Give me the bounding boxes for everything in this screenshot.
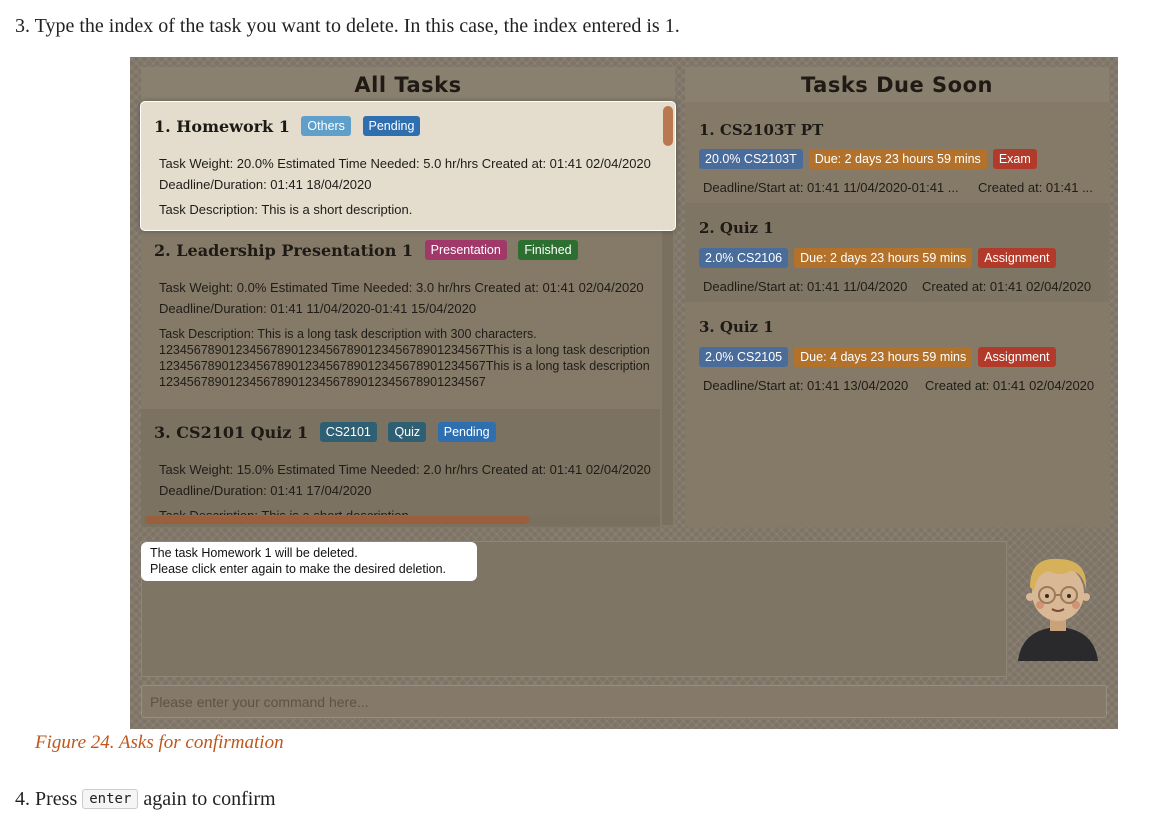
due-task-name: 1. CS2103T PT (699, 121, 824, 139)
scrollbar-thumb[interactable] (145, 516, 530, 524)
task-description: Task Description: This is a short descri… (159, 202, 413, 217)
all-tasks-title: All Tasks (141, 67, 675, 102)
task-details: Task Weight: 20.0% Estimated Time Needed… (159, 156, 651, 171)
due-task-badges: 2.0% CS2106 Due: 2 days 23 hours 59 mins A… (699, 248, 1062, 269)
task-card-selected[interactable]: 1. Homework 1 Others Pending Task Weight… (140, 101, 676, 231)
due-badge: Due: 2 days 23 hours 59 mins (808, 149, 987, 169)
type-badge: Assignment (978, 347, 1056, 367)
enter-key-code: enter (82, 789, 139, 809)
task-title: 1. Homework 1 Others Pending (154, 116, 421, 136)
status-badge: Pending (437, 422, 496, 442)
due-task-created: Created at: 01:41 02/04/2020 (922, 279, 1092, 294)
weight-module-badge: 20.0% CS2103T (699, 149, 803, 169)
task-details: Task Weight: 15.0% Estimated Time Needed… (159, 462, 651, 477)
app-screenshot: All Tasks 1. Homework 1 Others Pending T… (130, 57, 1118, 729)
result-message-bubble: The task Homework 1 will be deleted. Ple… (141, 542, 477, 581)
task-name: 1. Homework 1 (154, 117, 290, 136)
due-task-badges: 2.0% CS2105 Due: 4 days 23 hours 59 mins A… (699, 347, 1062, 368)
scrollbar-thumb[interactable] (663, 106, 673, 146)
task-description: Task Description: This is a long task de… (159, 326, 650, 390)
horizontal-scrollbar[interactable] (144, 515, 660, 525)
weight-module-badge: 2.0% CS2105 (699, 347, 789, 367)
due-task-badges: 20.0% CS2103T Due: 2 days 23 hours 59 min… (699, 149, 1043, 170)
step-4-prefix: 4. Press (15, 788, 78, 810)
task-name: 3. CS2101 Quiz 1 (154, 423, 309, 442)
due-task-name: 2. Quiz 1 (699, 219, 774, 237)
task-title: 2. Leadership Presentation 1 Presentatio… (154, 240, 578, 260)
due-task-deadline: Deadline/Start at: 01:41 13/04/2020 (703, 378, 909, 393)
command-input[interactable] (141, 685, 1107, 718)
description-line: 1234567890123456789012345678901234567890… (159, 375, 486, 389)
description-line: Task Description: This is a long task de… (159, 327, 537, 341)
tag-badge: Others (301, 116, 351, 136)
type-badge: Exam (992, 149, 1037, 169)
due-task-deadline: Deadline/Start at: 01:41 11/04/2020 (703, 279, 908, 294)
type-badge: Assignment (978, 248, 1056, 268)
due-task-created: Created at: 01:41 ... (978, 180, 1093, 195)
due-badge: Due: 4 days 23 hours 59 mins (794, 347, 973, 367)
weight-module-badge: 2.0% CS2106 (699, 248, 789, 268)
task-title: 3. CS2101 Quiz 1 CS2101 Quiz Pending (154, 422, 496, 442)
step-3-text: 3. Type the index of the task you want t… (15, 15, 680, 37)
task-deadline: Deadline/Duration: 01:41 11/04/2020-01:4… (159, 301, 477, 316)
due-soon-panel: Tasks Due Soon 1. CS2103T PT 20.0% CS210… (685, 67, 1109, 527)
due-task-card[interactable]: 1. CS2103T PT 20.0% CS2103T Due: 2 days 2… (685, 103, 1109, 203)
module-badge: CS2101 (319, 422, 377, 442)
tag-badge: Quiz (388, 422, 427, 442)
figure-caption: Figure 24. Asks for confirmation (35, 732, 284, 753)
task-details: Task Weight: 0.0% Estimated Time Needed:… (159, 280, 644, 295)
task-deadline: Deadline/Duration: 01:41 18/04/2020 (159, 177, 372, 192)
due-task-card[interactable]: 3. Quiz 1 2.0% CS2105 Due: 4 days 23 hour… (685, 302, 1109, 401)
task-deadline: Deadline/Duration: 01:41 17/04/2020 (159, 483, 372, 498)
result-line: The task Homework 1 will be deleted. (150, 546, 358, 560)
step-4-suffix: again to confirm (143, 788, 276, 810)
result-line: Please click enter again to make the des… (150, 562, 447, 576)
task-card[interactable]: 2. Leadership Presentation 1 Presentatio… (141, 229, 660, 409)
status-badge: Pending (362, 116, 421, 136)
task-name: 2. Leadership Presentation 1 (154, 241, 414, 260)
all-tasks-panel: All Tasks 1. Homework 1 Others Pending T… (140, 67, 676, 527)
avatar-icon (1018, 558, 1098, 661)
due-task-created: Created at: 01:41 02/04/2020 (925, 378, 1095, 393)
tag-badge: Presentation (424, 240, 507, 260)
step-4-text: 4. Press enter again to confirm (15, 788, 276, 811)
description-line: 1234567890123456789012345678901234567890… (159, 359, 650, 373)
due-soon-title: Tasks Due Soon (685, 67, 1109, 102)
status-badge: Finished (518, 240, 578, 260)
description-line: 1234567890123456789012345678901234567890… (159, 343, 650, 357)
due-task-deadline: Deadline/Start at: 01:41 11/04/2020-01:4… (703, 180, 959, 195)
due-badge: Due: 2 days 23 hours 59 mins (794, 248, 973, 268)
due-task-card[interactable]: 2. Quiz 1 2.0% CS2106 Due: 2 days 23 hour… (685, 203, 1109, 302)
due-task-name: 3. Quiz 1 (699, 318, 774, 336)
task-card[interactable]: 3. CS2101 Quiz 1 CS2101 Quiz Pending Tas… (141, 409, 660, 527)
